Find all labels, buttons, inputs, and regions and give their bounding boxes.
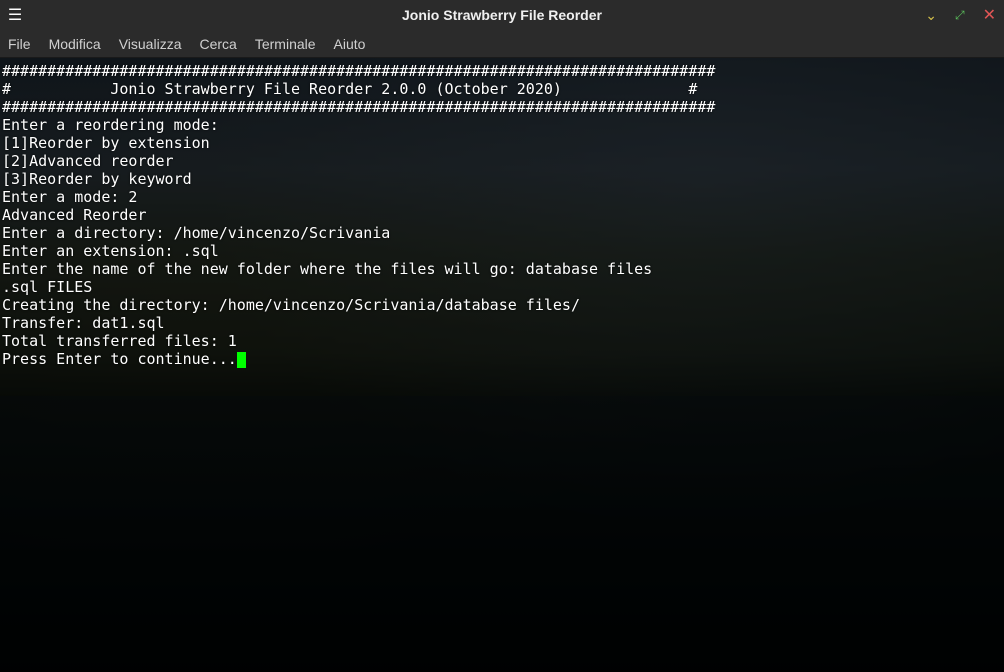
menu-file[interactable]: File [8,36,31,52]
menu-search[interactable]: Cerca [199,36,236,52]
menubar: File Modifica Visualizza Cerca Terminale… [0,30,1004,58]
terminal-area[interactable]: ########################################… [0,58,1004,672]
terminal-line: Total transferred files: 1 [2,332,1002,350]
menu-view[interactable]: Visualizza [119,36,182,52]
terminal-line: Enter the name of the new folder where t… [2,260,1002,278]
maximize-icon[interactable]: ⤢ [955,8,965,23]
hamburger-menu-icon[interactable]: ☰ [0,5,30,25]
terminal-line: Advanced Reorder [2,206,1002,224]
terminal-line: Enter a mode: 2 [2,188,1002,206]
terminal-line: [1]Reorder by extension [2,134,1002,152]
terminal-line: ########################################… [2,62,1002,80]
terminal-line: [2]Advanced reorder [2,152,1002,170]
terminal-output: ########################################… [0,58,1004,372]
terminal-line: Creating the directory: /home/vincenzo/S… [2,296,1002,314]
minimize-icon[interactable]: ⌄ [925,7,937,24]
terminal-line: Enter an extension: .sql [2,242,1002,260]
terminal-line: Press Enter to continue... [2,350,1002,368]
menu-terminal[interactable]: Terminale [255,36,316,52]
close-icon[interactable]: ✕ [983,5,996,25]
terminal-line: Transfer: dat1.sql [2,314,1002,332]
titlebar: ☰ Jonio Strawberry File Reorder ⌄ ⤢ ✕ [0,0,1004,30]
window-title: Jonio Strawberry File Reorder [402,7,602,23]
terminal-line: ########################################… [2,98,1002,116]
terminal-line: [3]Reorder by keyword [2,170,1002,188]
terminal-line: Enter a directory: /home/vincenzo/Scriva… [2,224,1002,242]
terminal-line: .sql FILES [2,278,1002,296]
terminal-cursor [237,352,246,368]
window-controls: ⌄ ⤢ ✕ [925,5,996,25]
menu-help[interactable]: Aiuto [334,36,366,52]
terminal-line: Enter a reordering mode: [2,116,1002,134]
terminal-line: # Jonio Strawberry File Reorder 2.0.0 (O… [2,80,1002,98]
menu-edit[interactable]: Modifica [49,36,101,52]
